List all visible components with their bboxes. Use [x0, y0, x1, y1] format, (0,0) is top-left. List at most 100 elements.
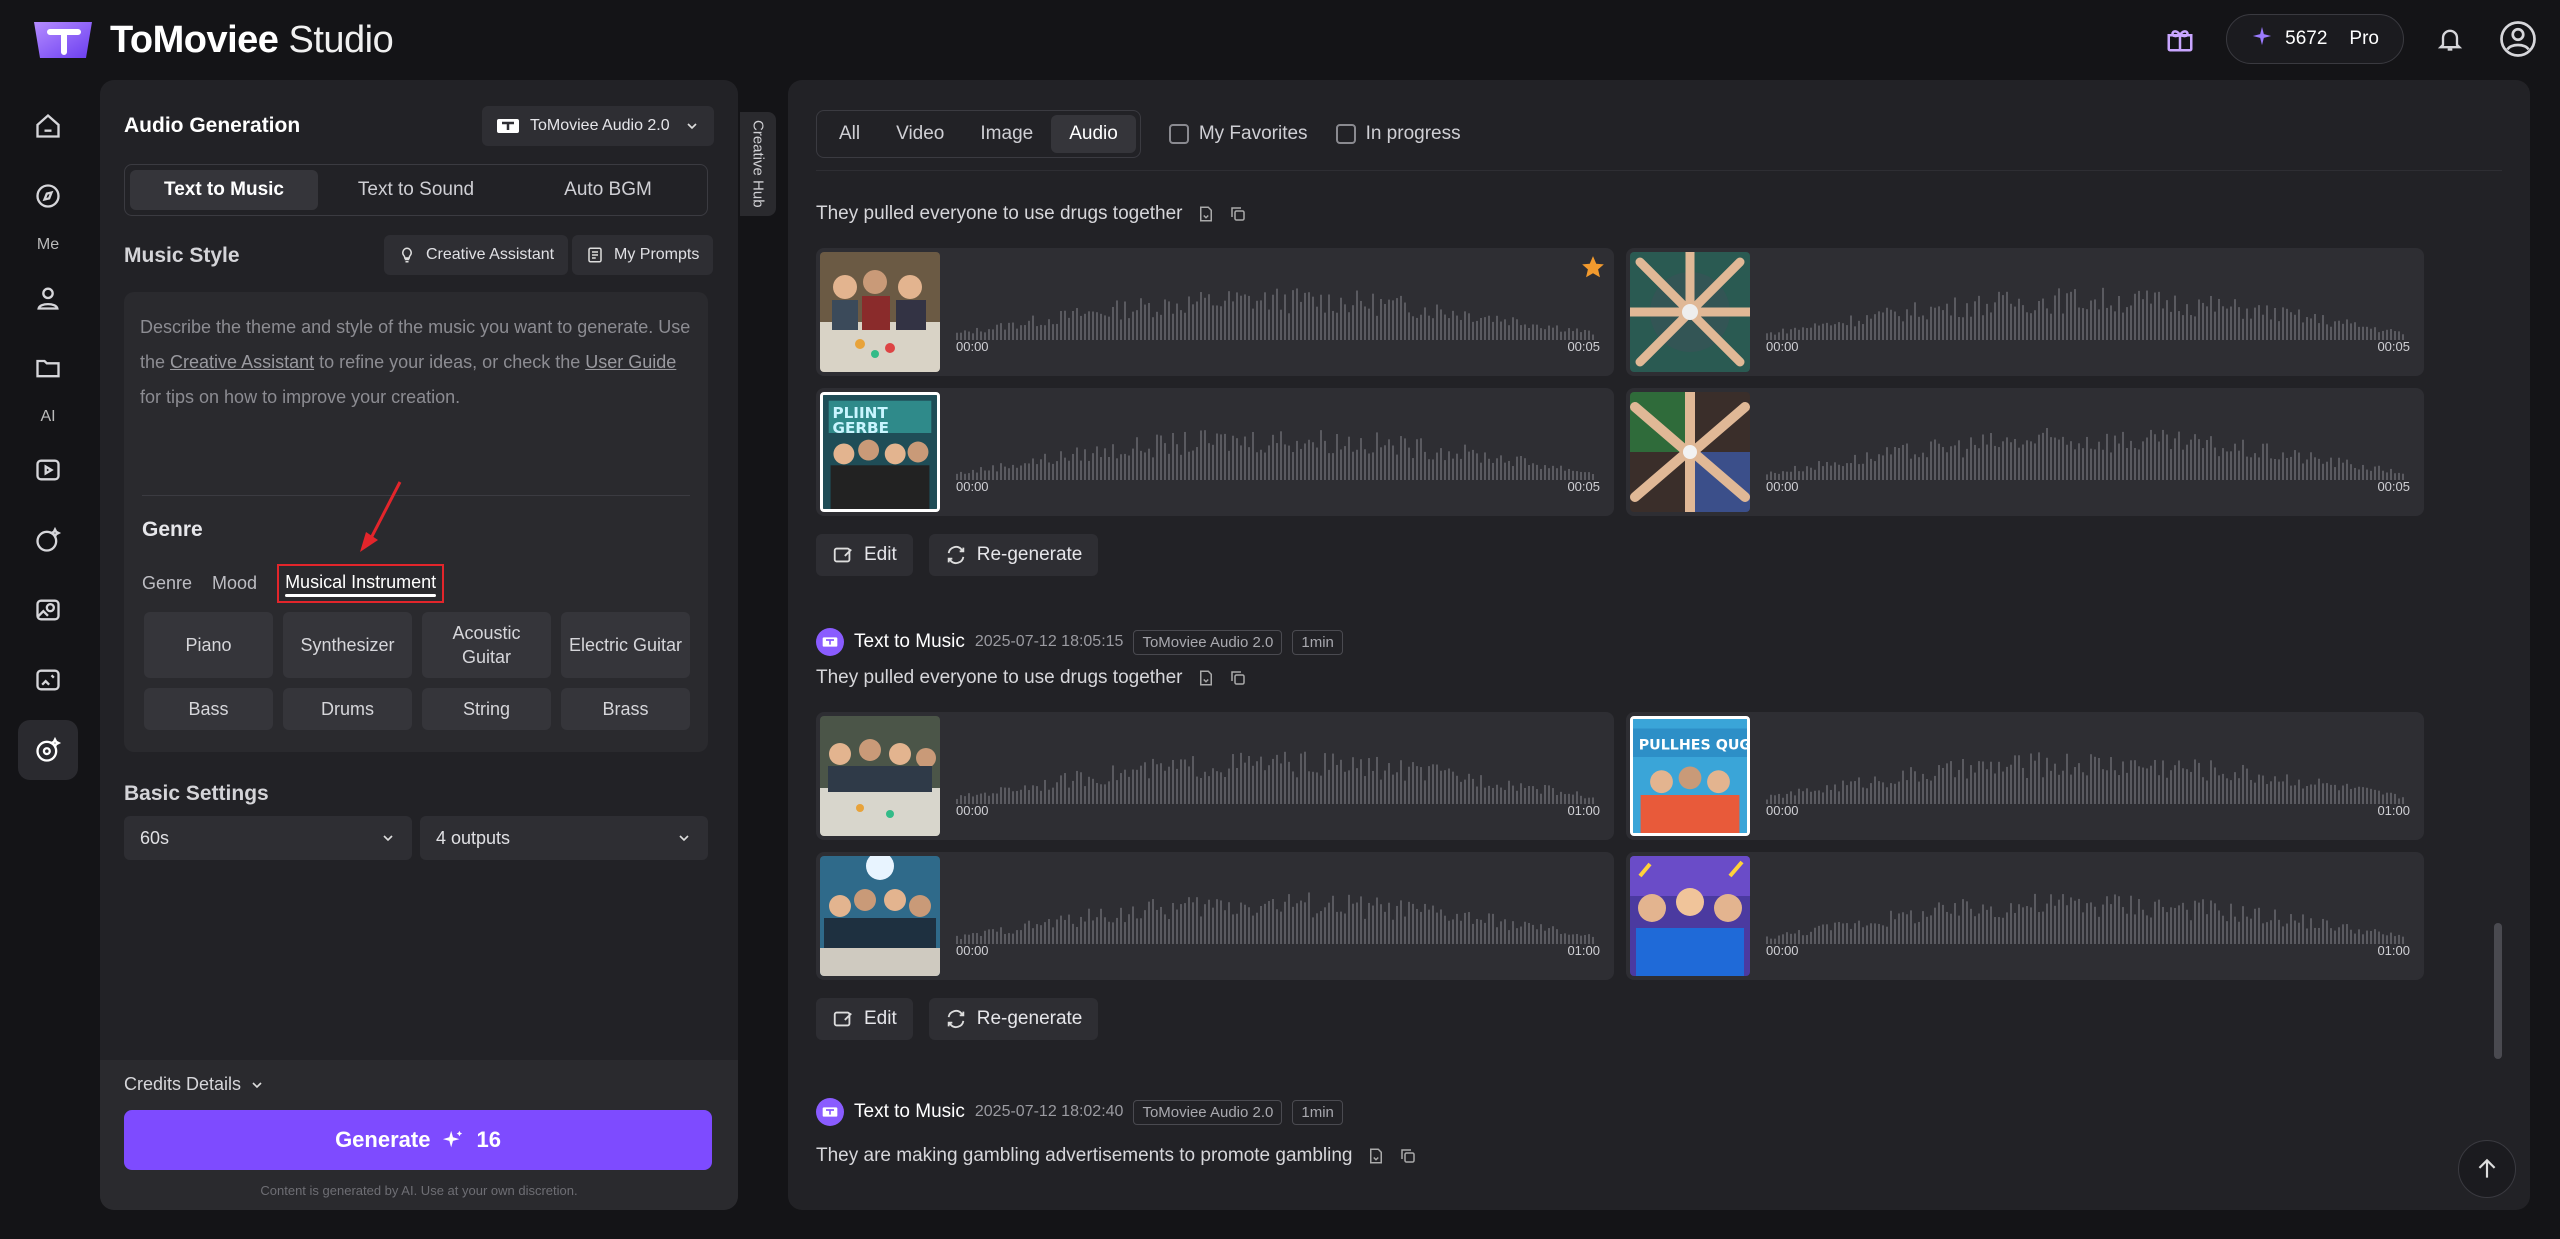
panel-title: Audio Generation: [124, 114, 301, 137]
track-cover[interactable]: [820, 252, 940, 372]
model-select[interactable]: ToMoviee Audio 2.0: [482, 106, 714, 146]
waveform-bar: [1020, 325, 1022, 340]
tab-text-to-sound[interactable]: Text to Sound: [322, 170, 510, 210]
creative-assistant-button[interactable]: Creative Assistant: [384, 235, 569, 275]
rail-video[interactable]: [18, 440, 78, 500]
rail-folder[interactable]: [18, 338, 78, 398]
chip-drums[interactable]: Drums: [283, 688, 412, 730]
waveform-bar: [1172, 902, 1174, 944]
tab-auto-bgm[interactable]: Auto BGM: [514, 170, 702, 210]
rail-image[interactable]: [18, 580, 78, 640]
my-prompts-button[interactable]: My Prompts: [572, 235, 714, 275]
waveform-bar: [1116, 917, 1118, 944]
waveform-bar: [1878, 923, 1880, 944]
waveform[interactable]: [1766, 422, 2406, 482]
music-style-prompt-box[interactable]: Describe the theme and style of the musi…: [124, 292, 708, 752]
audio-track[interactable]: 00:00 01:00: [816, 712, 1614, 840]
regenerate-button[interactable]: Re-generate: [928, 534, 1099, 576]
waveform[interactable]: [1766, 746, 2406, 806]
rail-avatar[interactable]: [18, 510, 78, 570]
chip-string[interactable]: String: [422, 688, 551, 730]
chip-electric-guitar[interactable]: Electric Guitar: [561, 612, 690, 678]
track-cover[interactable]: [1630, 252, 1750, 372]
genre-subtabs: Genre Mood Musical Instrument: [142, 564, 445, 603]
waveform[interactable]: [1766, 282, 2406, 342]
chip-bass[interactable]: Bass: [144, 688, 273, 730]
checkbox-box[interactable]: [1335, 124, 1356, 144]
rail-profile[interactable]: [18, 268, 78, 328]
filter-video[interactable]: Video: [878, 115, 962, 153]
credits-pill[interactable]: 5672 Pro: [2226, 14, 2404, 64]
audio-track[interactable]: 00:00 01:00: [1626, 852, 2424, 980]
chip-brass[interactable]: Brass: [561, 688, 690, 730]
chip-acoustic-guitar[interactable]: Acoustic Guitar: [422, 612, 551, 678]
subtab-mood[interactable]: Mood: [212, 573, 257, 594]
subtab-musical-instrument[interactable]: Musical Instrument: [277, 564, 445, 603]
waveform-bar: [1914, 923, 1916, 944]
chip-synthesizer[interactable]: Synthesizer: [283, 612, 412, 678]
waveform[interactable]: [956, 422, 1596, 482]
waveform-bar: [1818, 925, 1820, 944]
audio-track[interactable]: PULLHES QUGES 00:00 01:00: [1626, 712, 2424, 840]
my-favorites-checkbox[interactable]: My Favorites: [1168, 123, 1308, 145]
track-cover[interactable]: [1630, 856, 1750, 976]
waveform-bar: [1508, 460, 1510, 480]
audio-track[interactable]: 00:00 00:05: [816, 248, 1614, 376]
prompt-placeholder[interactable]: Describe the theme and style of the musi…: [140, 310, 696, 415]
waveform-bar: [1148, 448, 1150, 480]
chip-piano[interactable]: Piano: [144, 612, 273, 678]
in-progress-checkbox[interactable]: In progress: [1335, 123, 1461, 145]
brand-logo[interactable]: ToMoviee Studio: [28, 18, 394, 62]
save-prompt-icon[interactable]: [1197, 669, 1215, 687]
subtab-genre[interactable]: Genre: [142, 573, 192, 594]
track-cover[interactable]: PLIINT GERBE: [820, 392, 940, 512]
waveform-bar: [1044, 922, 1046, 944]
waveform[interactable]: [1766, 886, 2406, 946]
rail-edit-image[interactable]: [18, 650, 78, 710]
bell-icon[interactable]: [2428, 17, 2472, 61]
filter-image[interactable]: Image: [962, 115, 1051, 153]
track-cover[interactable]: [820, 856, 940, 976]
filter-audio[interactable]: Audio: [1051, 115, 1136, 153]
waveform-bar: [1946, 303, 1948, 340]
copy-icon[interactable]: [1229, 669, 1247, 687]
creative-hub-tab[interactable]: Creative Hub: [740, 112, 776, 216]
edit-button[interactable]: Edit: [816, 998, 913, 1040]
track-cover[interactable]: [820, 716, 940, 836]
audio-track[interactable]: PLIINT GERBE 00:00 00:05: [816, 388, 1614, 516]
gift-icon[interactable]: [2158, 17, 2202, 61]
creative-assistant-link[interactable]: Creative Assistant: [170, 352, 314, 372]
waveform-bar: [2118, 295, 2120, 340]
audio-track[interactable]: 00:00 00:05: [1626, 388, 2424, 516]
copy-icon[interactable]: [1229, 205, 1247, 223]
waveform[interactable]: [956, 282, 1596, 342]
filter-all[interactable]: All: [821, 115, 878, 153]
favorite-star-icon[interactable]: [1580, 254, 1606, 280]
rail-explore[interactable]: [18, 166, 78, 226]
waveform-bar: [1468, 313, 1470, 340]
waveform[interactable]: [956, 886, 1596, 946]
copy-icon[interactable]: [1399, 1147, 1417, 1165]
regenerate-button[interactable]: Re-generate: [928, 998, 1099, 1040]
user-guide-link[interactable]: User Guide: [585, 352, 676, 372]
track-cover[interactable]: [1630, 392, 1750, 512]
waveform[interactable]: [956, 746, 1596, 806]
save-prompt-icon[interactable]: [1367, 1147, 1385, 1165]
edit-button[interactable]: Edit: [816, 534, 913, 576]
rail-home[interactable]: [18, 96, 78, 156]
user-avatar-icon[interactable]: [2496, 17, 2540, 61]
audio-track[interactable]: 00:00 00:05: [1626, 248, 2424, 376]
results-scrollbar[interactable]: [2494, 923, 2502, 1059]
duration-select[interactable]: 60s: [124, 816, 412, 860]
track-cover[interactable]: PULLHES QUGES: [1630, 716, 1750, 836]
outputs-select[interactable]: 4 outputs: [420, 816, 708, 860]
save-prompt-icon[interactable]: [1197, 205, 1215, 223]
rail-audio[interactable]: [18, 720, 78, 780]
tab-text-to-music[interactable]: Text to Music: [130, 170, 318, 210]
credits-details-toggle[interactable]: Credits Details: [124, 1074, 265, 1095]
checkbox-box[interactable]: [1168, 124, 1189, 144]
scroll-to-top-button[interactable]: [2458, 1140, 2516, 1198]
waveform-bar: [2138, 766, 2140, 804]
audio-track[interactable]: 00:00 01:00: [816, 852, 1614, 980]
generate-button[interactable]: Generate 16: [124, 1110, 712, 1170]
